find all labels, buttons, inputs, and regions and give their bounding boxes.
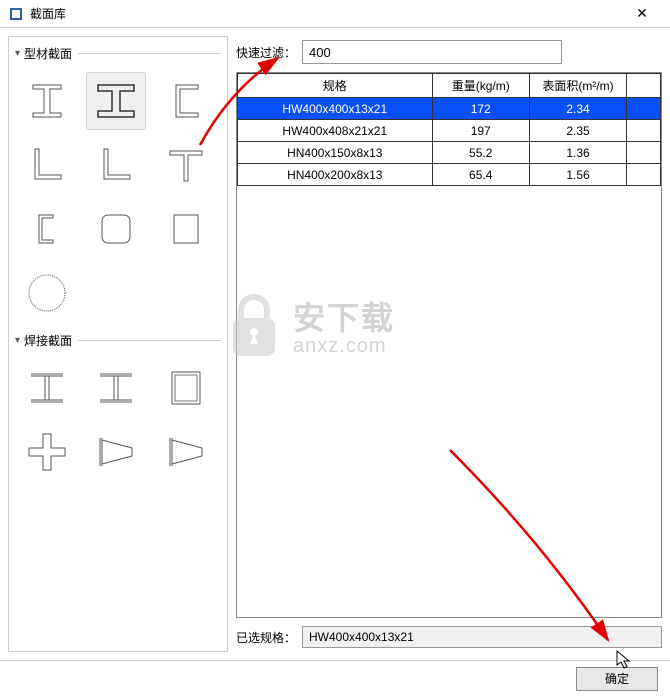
chevron-down-icon: ▾ xyxy=(15,48,20,59)
shape-i-narrow[interactable] xyxy=(17,72,77,130)
shape-circle-tube[interactable] xyxy=(17,264,77,322)
app-icon xyxy=(8,6,24,22)
cell-weight: 65.4 xyxy=(432,164,529,186)
shape-c-section[interactable] xyxy=(17,200,77,258)
cell-empty xyxy=(627,120,661,142)
shape-angle[interactable] xyxy=(17,136,77,194)
shape-rect-tube-round[interactable] xyxy=(86,200,146,258)
section-welded-label: 焊接截面 xyxy=(24,332,72,349)
section-profile-label: 型材截面 xyxy=(24,45,72,62)
welded-shapes-grid xyxy=(13,353,223,487)
spec-table: 规格 重量(kg/m) 表面积(m²/m) HW400x400x13x21172… xyxy=(237,73,661,186)
shape-angle-2[interactable] xyxy=(86,136,146,194)
window-title: 截面库 xyxy=(30,5,622,22)
selected-label: 已选规格： xyxy=(236,629,296,646)
section-welded-header[interactable]: ▾ 焊接截面 xyxy=(13,328,223,353)
table-row[interactable]: HW400x400x13x211722.34 xyxy=(238,98,661,120)
shape-welded-i-2[interactable] xyxy=(86,359,146,417)
selected-spec-field xyxy=(302,626,662,648)
shape-cross[interactable] xyxy=(17,423,77,481)
col-empty xyxy=(627,74,661,98)
left-panel: ▾ 型材截面 xyxy=(8,36,228,652)
col-weight[interactable]: 重量(kg/m) xyxy=(432,74,529,98)
chevron-down-icon: ▾ xyxy=(15,335,20,346)
col-area[interactable]: 表面积(m²/m) xyxy=(529,74,626,98)
cell-spec: HW400x408x21x21 xyxy=(238,120,433,142)
table-row[interactable]: HN400x200x8x1365.41.56 xyxy=(238,164,661,186)
cell-area: 1.56 xyxy=(529,164,626,186)
cell-spec: HN400x200x8x13 xyxy=(238,164,433,186)
table-row[interactable]: HW400x408x21x211972.35 xyxy=(238,120,661,142)
cell-spec: HN400x150x8x13 xyxy=(238,142,433,164)
shape-welded-i-1[interactable] xyxy=(17,359,77,417)
cell-weight: 55.2 xyxy=(432,142,529,164)
cell-empty xyxy=(627,164,661,186)
filter-label: 快速过滤： xyxy=(236,44,296,61)
cell-area: 2.35 xyxy=(529,120,626,142)
cell-empty xyxy=(627,98,661,120)
cell-area: 2.34 xyxy=(529,98,626,120)
spec-table-container: 规格 重量(kg/m) 表面积(m²/m) HW400x400x13x21172… xyxy=(236,72,662,618)
right-panel: 快速过滤： 规格 重量(kg/m) 表面积(m²/m) HW400x400x13… xyxy=(236,36,662,652)
cell-spec: HW400x400x13x21 xyxy=(238,98,433,120)
table-row[interactable]: HN400x150x8x1355.21.36 xyxy=(238,142,661,164)
shape-welded-box[interactable] xyxy=(156,359,216,417)
titlebar: 截面库 ✕ xyxy=(0,0,670,28)
section-profile-header[interactable]: ▾ 型材截面 xyxy=(13,41,223,66)
ok-button[interactable]: 确定 xyxy=(576,667,658,691)
shape-tee[interactable] xyxy=(156,136,216,194)
shape-i-wide[interactable] xyxy=(86,72,146,130)
cell-empty xyxy=(627,142,661,164)
shape-taper-1[interactable] xyxy=(86,423,146,481)
footer: 确定 xyxy=(0,660,670,696)
shape-rect-tube[interactable] xyxy=(156,200,216,258)
close-button[interactable]: ✕ xyxy=(622,5,662,22)
cell-area: 1.36 xyxy=(529,142,626,164)
col-spec[interactable]: 规格 xyxy=(238,74,433,98)
cell-weight: 197 xyxy=(432,120,529,142)
filter-input[interactable] xyxy=(302,40,562,64)
profile-shapes-grid xyxy=(13,66,223,328)
shape-channel[interactable] xyxy=(156,72,216,130)
shape-taper-2[interactable] xyxy=(156,423,216,481)
cell-weight: 172 xyxy=(432,98,529,120)
